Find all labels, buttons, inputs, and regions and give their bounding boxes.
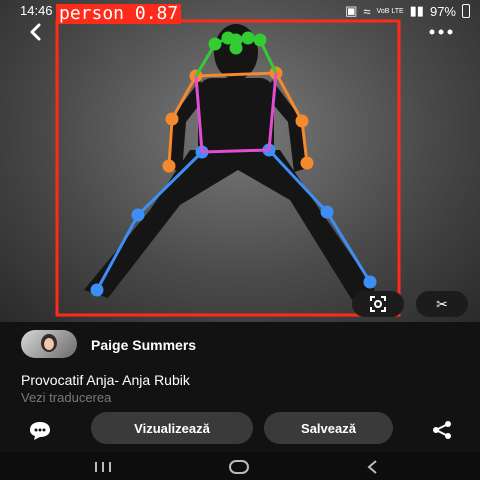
status-time: 14:46: [20, 3, 53, 18]
battery-icon: [462, 4, 470, 18]
avatar[interactable]: [21, 330, 77, 358]
back-nav-icon[interactable]: [358, 458, 388, 476]
system-navigation-bar: [0, 452, 480, 480]
detection-label: person 0.87: [56, 4, 182, 24]
comment-icon[interactable]: [27, 420, 53, 442]
pose-overlay: [55, 19, 401, 317]
battery-level: 97%: [429, 3, 456, 19]
scissors-icon: ✂: [436, 295, 448, 312]
save-button[interactable]: Salvează: [264, 412, 393, 444]
view-button[interactable]: Vizualizează: [91, 412, 253, 444]
status-icons: ▣ ≈ VoB LTE ▮▮ 97%: [345, 3, 470, 19]
wifi-icon: ≈: [363, 3, 371, 19]
visual-search-icon: [370, 296, 386, 312]
crop-button[interactable]: ✂: [416, 291, 468, 317]
share-icon[interactable]: [431, 420, 453, 440]
pin-image[interactable]: 14:46 ▣ ≈ VoB LTE ▮▮ 97% person 0.87 ✂: [0, 0, 480, 322]
back-icon[interactable]: [24, 20, 48, 44]
camera-icon: ▣: [345, 3, 358, 18]
person-silhouette: [84, 24, 375, 300]
home-icon[interactable]: [224, 458, 254, 476]
translate-link[interactable]: Vezi traducerea: [21, 390, 111, 405]
more-options-icon[interactable]: [428, 24, 454, 40]
network-label: VoB LTE: [376, 7, 404, 15]
visual-search-button[interactable]: [352, 291, 404, 317]
pin-title: Provocatif Anja- Anja Rubik: [21, 372, 190, 388]
signal-icon: ▮▮: [409, 3, 424, 18]
recent-apps-icon[interactable]: [88, 458, 118, 476]
author-name[interactable]: Paige Summers: [91, 337, 196, 353]
